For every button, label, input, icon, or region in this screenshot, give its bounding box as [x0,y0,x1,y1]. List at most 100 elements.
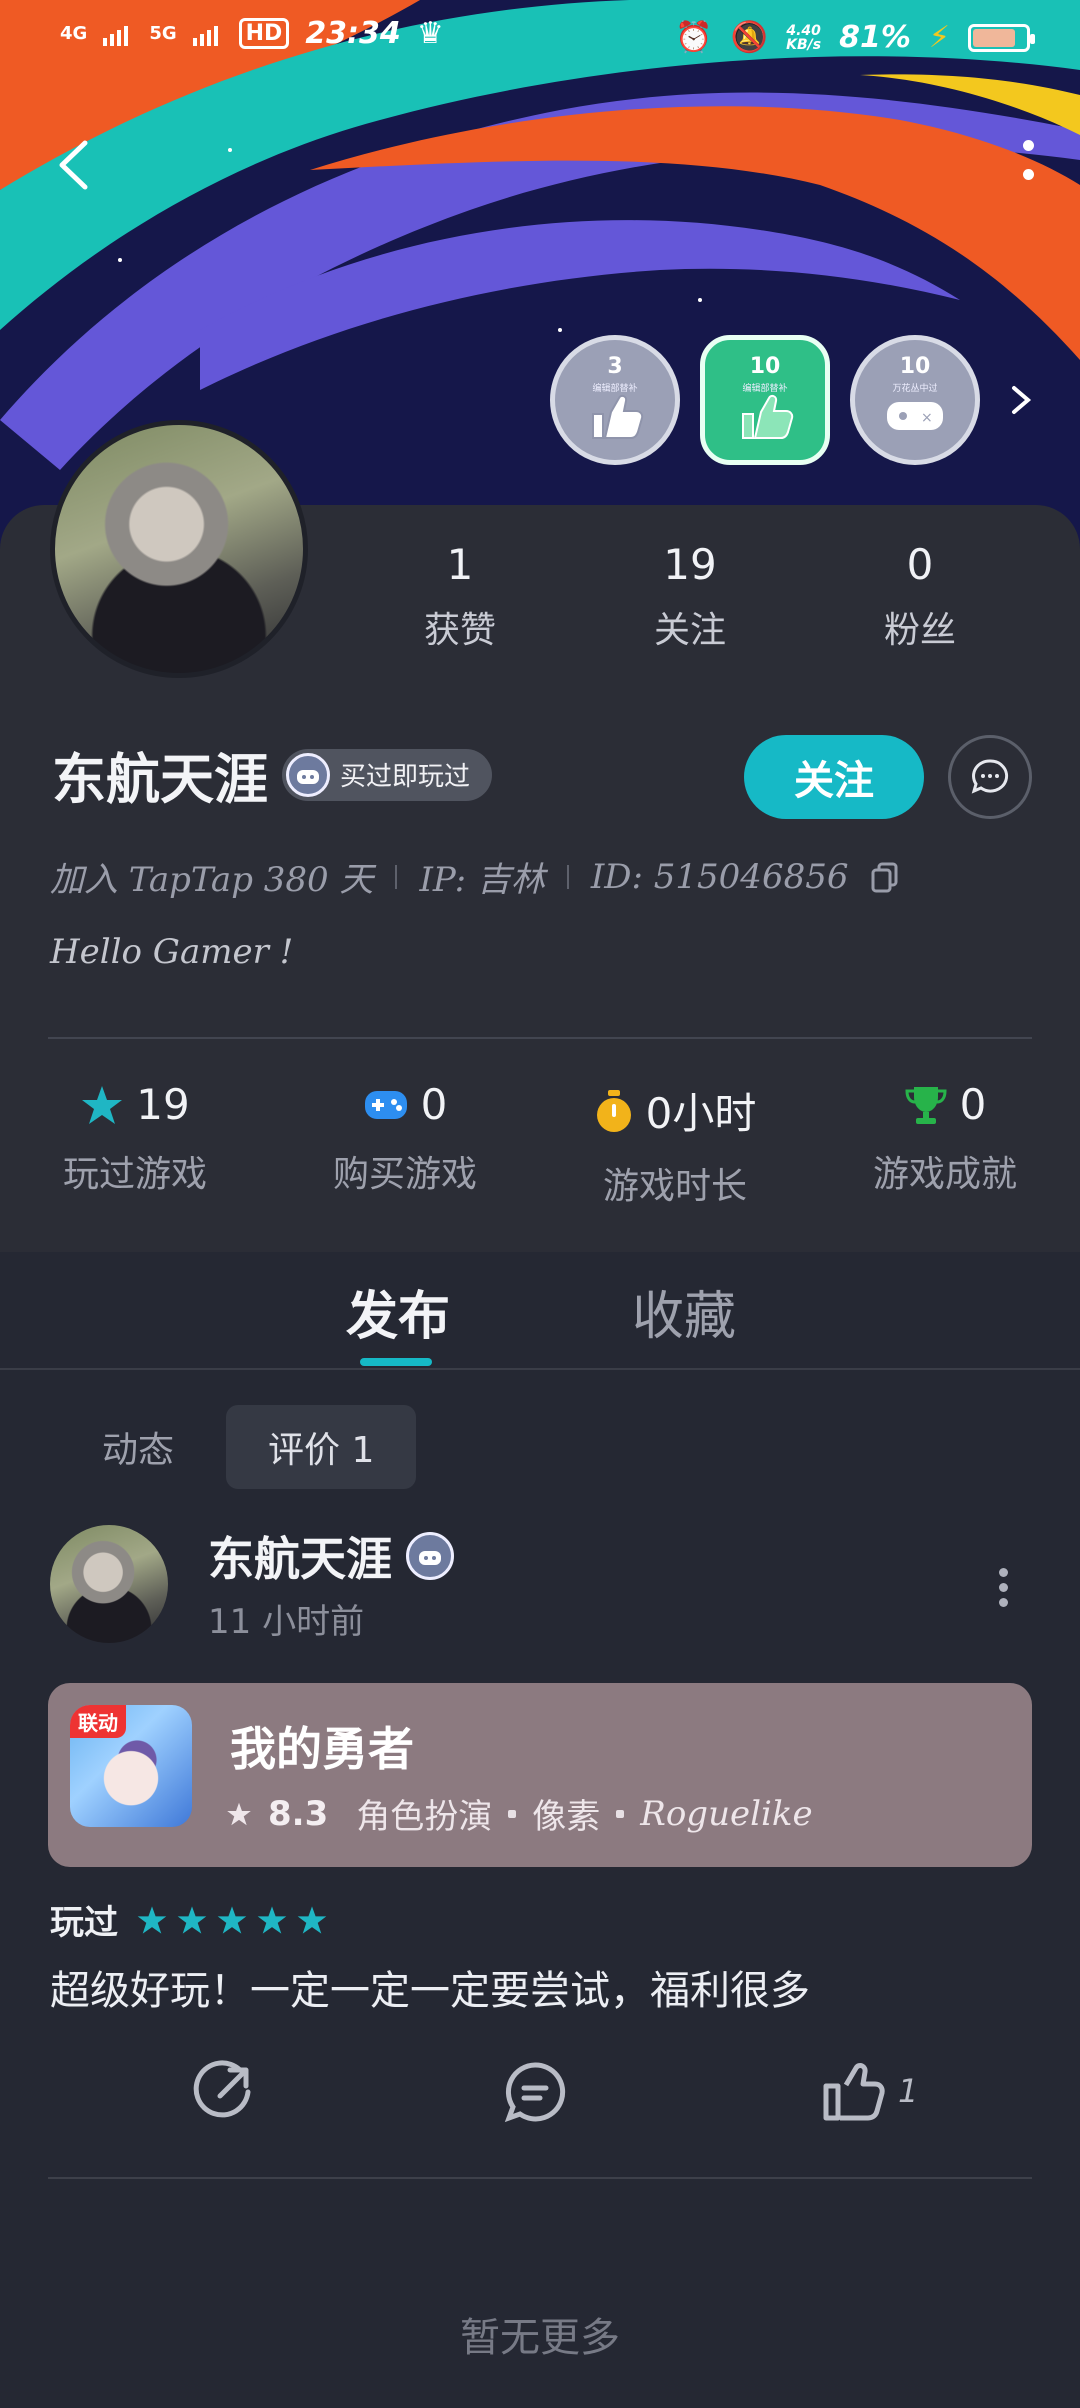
dot [1022,140,1034,151]
battery-percent: 81% [839,20,911,55]
user-id: ID: 515046856 [590,856,849,897]
avatar[interactable] [50,420,308,678]
stat-value: 0 [906,540,934,589]
net-speed-unit: KB/s [786,36,822,53]
dot [1022,169,1034,180]
name-row: 东航天涯 买过即玩过 [52,735,493,814]
stat-label: 关注 [653,610,726,651]
stat-following[interactable]: 19 关注 [590,540,790,653]
gamepad-icon [364,1090,407,1119]
player-badge-label: 买过即玩过 [340,762,471,792]
thumbs-up-icon [742,394,794,439]
chevron-right-icon[interactable] [1000,380,1040,420]
like-button[interactable]: 1 [820,2060,918,2122]
profile-info-row: 加入 TapTap 380 天 IP: 吉林 ID: 515046856 [50,852,900,901]
player-badge[interactable]: 买过即玩过 [282,748,493,801]
bought-games-count: 0 [420,1080,448,1129]
separator-dot [508,1809,517,1818]
badge-label: 编辑部替补 [742,384,788,394]
gamepad-icon [406,1532,454,1580]
game-card[interactable]: 联动 我的勇者 8.3 角色扮演 像素 Roguelike [48,1683,1032,1867]
thumbs-up-icon [823,2063,885,2121]
game-stats: 19 玩过游戏 0 购买游戏 0小时 游戏时长 0 游戏成就 [0,1080,1080,1209]
subtab-activity[interactable]: 动态 [80,1405,196,1489]
game-score: 8.3 [268,1793,329,1834]
stat-fans[interactable]: 0 粉丝 [820,540,1020,653]
more-button[interactable] [1016,140,1040,200]
badge-thumbs-up[interactable]: 3 编辑部替补 [550,335,680,465]
charging-icon: ⚡ [928,20,950,55]
played-label: 玩过 [50,1903,118,1943]
badge-number: 10 [899,354,931,379]
bought-games-label: 购买游戏 [332,1154,477,1195]
status-bar: 4G 5G HD 23:34 ♛ ⏰ 🔕 4.40 KB/s 81% ⚡ [0,0,1080,80]
copy-icon[interactable] [870,861,900,893]
chat-bubble-icon [971,759,1009,794]
game-tag: 像素 [532,1797,601,1837]
hd-label: HD [238,18,290,49]
like-count: 1 [898,2072,919,2110]
dot [998,1583,1008,1592]
achievements-label: 游戏成就 [872,1154,1017,1195]
joined-days: 加入 TapTap 380 天 [50,860,374,900]
mute-icon: 🔕 [730,20,769,55]
game-icon: 联动 [70,1705,192,1827]
battery-fill [973,28,1016,47]
comment-icon [504,2062,566,2123]
username: 东航天涯 [52,748,268,811]
comment-button[interactable] [502,2060,568,2126]
crown-icon: ♛ [416,16,444,51]
divider [566,864,569,889]
subtab-reviews[interactable]: 评价 1 [226,1405,417,1489]
badge-number: 3 [607,354,623,379]
rating-star-icon [137,1905,167,1934]
message-button[interactable] [948,735,1032,819]
play-time[interactable]: 0小时 游戏时长 [540,1080,810,1209]
profile-stats: 1 获赞 19 关注 0 粉丝 [360,540,1020,653]
star-icon [82,1085,123,1124]
badge-row[interactable]: 3 编辑部替补 10 编辑部替补 10 万花丛中过 × [550,335,1040,465]
end-of-list: 暂无更多 [460,2315,620,2361]
tab-favorites[interactable]: 收藏 [632,1274,736,1349]
game-tag: 角色扮演 [356,1797,493,1837]
stat-value: 1 [446,540,474,589]
rating-star-icon [257,1905,287,1934]
rating-star-icon [177,1905,207,1934]
follow-button[interactable]: 关注 [744,735,924,819]
post-more-button[interactable] [996,1568,1010,1608]
badge-gamepad[interactable]: 10 万花丛中过 × [850,335,980,465]
stat-likes[interactable]: 1 获赞 [360,540,560,653]
game-tag: Roguelike [640,1793,813,1834]
divider [395,864,398,889]
post-actions: 1 [0,2060,1080,2140]
stat-label: 获赞 [423,610,496,651]
play-time-label: 游戏时长 [602,1166,747,1207]
post-author-name[interactable]: 东航天涯 [208,1523,392,1589]
post-author-avatar[interactable] [50,1525,168,1643]
sub-tabs: 动态 评价 1 [80,1405,417,1489]
share-button[interactable] [190,2060,256,2126]
achievements[interactable]: 0 游戏成就 [810,1080,1080,1209]
trophy-icon [905,1086,947,1124]
ip-location: IP: 吉林 [419,860,545,900]
bought-games[interactable]: 0 购买游戏 [270,1080,540,1209]
back-button[interactable] [50,135,110,205]
played-games[interactable]: 19 玩过游戏 [0,1080,270,1209]
thumbs-up-icon [592,394,644,439]
signal-icon-2 [192,25,218,46]
stat-label: 粉丝 [883,610,956,651]
played-rating-row: 玩过 [50,1895,328,1944]
star-icon [227,1802,251,1825]
badge-thumbs-up-green[interactable]: 10 编辑部替补 [700,335,830,465]
tab-posts[interactable]: 发布 [346,1274,450,1349]
played-games-count: 19 [136,1080,190,1129]
active-tab-indicator [360,1358,432,1366]
signal-icon [103,25,129,46]
post-time: 11 小时前 [208,1602,365,1642]
divider [48,2177,1032,2179]
alarm-icon: ⏰ [675,20,713,55]
badge-number: 10 [749,354,781,379]
chevron-left-icon [59,140,88,190]
rating-star-icon [217,1905,247,1934]
post-author-row: 东航天涯 [208,1523,454,1589]
